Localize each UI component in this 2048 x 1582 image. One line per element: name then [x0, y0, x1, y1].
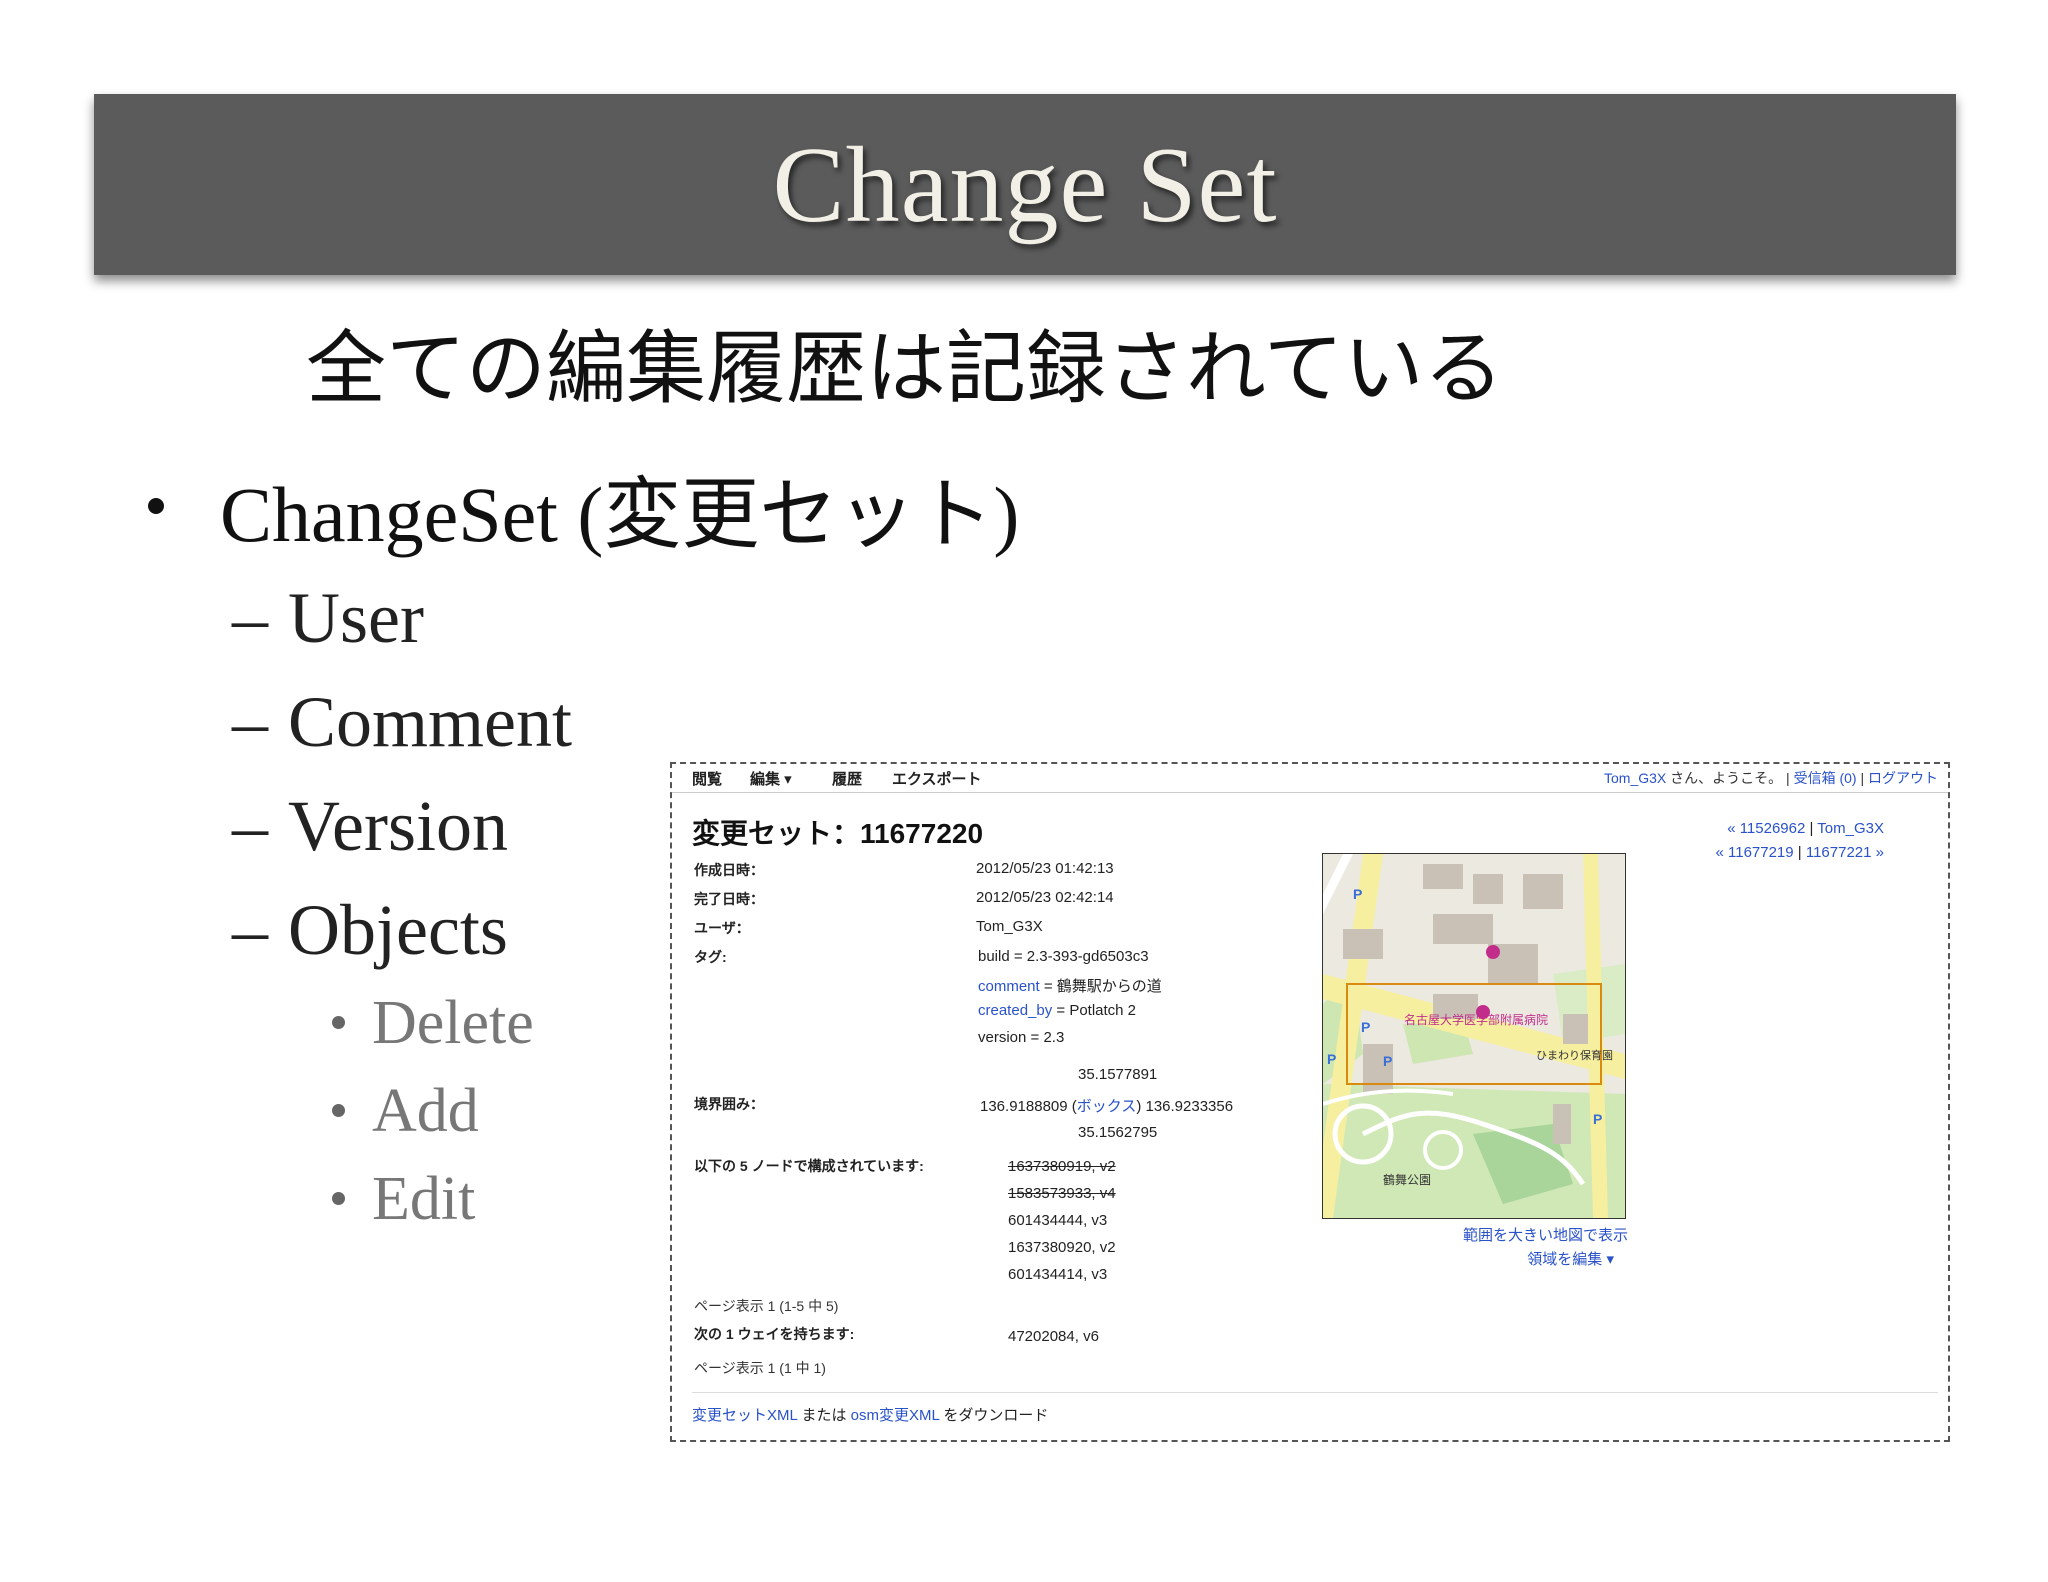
- footer-or: または: [797, 1407, 851, 1424]
- svg-text:P: P: [1593, 1111, 1602, 1127]
- prev-changeset-link[interactable]: « 11677219: [1715, 844, 1793, 861]
- inbox-link[interactable]: 受信箱 (0): [1794, 770, 1857, 786]
- node-link[interactable]: 601434414, v3: [1008, 1266, 1107, 1283]
- nav-export[interactable]: エクスポート: [892, 768, 982, 789]
- dash-marker: –: [232, 682, 268, 762]
- dash-marker: –: [232, 786, 268, 866]
- nav-browse[interactable]: 閲覧: [692, 768, 722, 789]
- way-link[interactable]: 47202084, v6: [1008, 1328, 1099, 1345]
- tag-comment: comment = 鶴舞駅からの道: [978, 975, 1162, 996]
- object-item-text: Delete: [372, 989, 534, 1057]
- slide-title-bar: Change Set: [94, 94, 1956, 275]
- object-item-text: Add: [372, 1077, 479, 1145]
- map-label-hospital: 名古屋大学医学部附属病院: [1404, 1012, 1548, 1027]
- closed-label: 完了日時：: [694, 891, 764, 907]
- footer-download: をダウンロード: [939, 1407, 1049, 1424]
- bbox-row: 136.9188809 (ボックス) 136.9233356: [980, 1095, 1233, 1116]
- tag-comment-key-link[interactable]: comment: [978, 978, 1040, 995]
- bbox-south: 35.1562795: [1078, 1124, 1158, 1141]
- slide-title: Change Set: [772, 126, 1278, 245]
- closed-value: 2012/05/23 02:42:14: [976, 889, 1114, 906]
- tag-created-by-key-link[interactable]: created_by: [978, 1002, 1052, 1019]
- bbox-label: 境界囲み：: [694, 1096, 764, 1112]
- node-link-deleted[interactable]: 1637380919, v2: [1008, 1158, 1116, 1175]
- nav-edit-menu[interactable]: 編集 ▾: [750, 768, 792, 789]
- changeset-map[interactable]: P P P P P 名古屋大学医学部附属病院 ひまわり保育園 鶴舞公園: [1322, 853, 1626, 1219]
- changeset-title: 変更セット：11677220: [692, 818, 984, 849]
- bullet-dot-icon: [148, 498, 164, 514]
- tag-created-by: created_by = Potlatch 2: [978, 1002, 1136, 1019]
- changeset-screenshot: 閲覧 編集 ▾ 履歴 エクスポート Tom_G3X さん、ようこそ。 | 受信箱…: [670, 762, 1950, 1442]
- ways-paging: ページ表示 1 (1 中 1): [694, 1360, 826, 1376]
- next-changeset-link[interactable]: 11677221 »: [1806, 844, 1884, 861]
- user-value-link[interactable]: Tom_G3X: [976, 918, 1043, 935]
- sub-item-text: Version: [288, 786, 508, 866]
- node-link-deleted[interactable]: 1583573933, v4: [1008, 1185, 1116, 1202]
- dash-marker: –: [232, 578, 268, 658]
- welcome-text: さん、ようこそ。 |: [1666, 770, 1794, 786]
- edit-area-menu[interactable]: 領域を編集 ▾: [1527, 1248, 1614, 1269]
- svg-text:P: P: [1383, 1053, 1392, 1069]
- user-label: ユーザ：: [694, 920, 750, 936]
- bullet-dot-icon: [332, 1016, 345, 1029]
- tag-build: build = 2.3-393-gd6503c3: [978, 948, 1149, 965]
- nodes-paging: ページ表示 1 (1-5 中 5): [694, 1298, 839, 1314]
- slide-headline: 全ての編集履歴は記録されている: [306, 326, 1504, 414]
- logout-link[interactable]: ログアウト: [1868, 770, 1938, 786]
- created-label: 作成日時：: [694, 862, 764, 878]
- sub-item-text: Comment: [288, 682, 572, 762]
- bbox-west: 136.9188809 (: [980, 1098, 1077, 1115]
- bullet-dot-icon: [332, 1104, 345, 1117]
- map-graphic: P P P P P 名古屋大学医学部附属病院 ひまわり保育園 鶴舞公園: [1323, 854, 1625, 1218]
- separator: |: [1793, 844, 1806, 861]
- map-label-park: 鶴舞公園: [1383, 1172, 1431, 1187]
- separator: |: [1805, 820, 1818, 837]
- bbox-box-link[interactable]: ボックス: [1077, 1098, 1137, 1115]
- bbox-east: ) 136.9233356: [1136, 1098, 1234, 1115]
- sub-item-text: User: [288, 578, 424, 658]
- nodes-label: 以下の 5 ノードで構成されています:: [694, 1158, 924, 1174]
- dash-marker: –: [232, 890, 268, 970]
- user-menu: Tom_G3X さん、ようこそ。 | 受信箱 (0) | ログアウト: [1604, 768, 1938, 788]
- object-item-text: Edit: [372, 1165, 476, 1233]
- prev-user-changeset-link[interactable]: « 11526962: [1727, 820, 1805, 837]
- svg-text:P: P: [1327, 1051, 1336, 1067]
- user-link[interactable]: Tom_G3X: [1604, 770, 1666, 786]
- download-footer: 変更セットXML または osm変更XML をダウンロード: [692, 1404, 1048, 1425]
- view-larger-map-link[interactable]: 範囲を大きい地図で表示: [1463, 1224, 1628, 1245]
- bullet-changeset-text: ChangeSet (変更セット): [220, 471, 1020, 558]
- footer-divider: [692, 1392, 1938, 1393]
- bullet-dot-icon: [332, 1192, 345, 1205]
- osm-change-xml-link[interactable]: osm変更XML: [851, 1407, 940, 1424]
- svg-text:P: P: [1361, 1019, 1370, 1035]
- adjacent-changeset-line: « 11677219 | 11677221 »: [1715, 844, 1884, 861]
- svg-text:P: P: [1353, 886, 1362, 902]
- ways-label: 次の 1 ウェイを持ちます:: [694, 1326, 855, 1342]
- prev-changeset-line: « 11526962 | Tom_G3X: [1727, 820, 1884, 837]
- map-label-nursery: ひまわり保育園: [1536, 1048, 1613, 1062]
- node-link[interactable]: 601434444, v3: [1008, 1212, 1107, 1229]
- nav-history[interactable]: 履歴: [832, 768, 862, 789]
- changeset-xml-link[interactable]: 変更セットXML: [692, 1407, 797, 1424]
- tag-version: version = 2.3: [978, 1029, 1065, 1046]
- bbox-north: 35.1577891: [1078, 1066, 1158, 1083]
- sub-item-text: Objects: [288, 890, 508, 970]
- created-value: 2012/05/23 01:42:13: [976, 860, 1114, 877]
- top-navigation: 閲覧 編集 ▾ 履歴 エクスポート Tom_G3X さん、ようこそ。 | 受信箱…: [672, 764, 1948, 793]
- tag-comment-value: = 鶴舞駅からの道: [1039, 978, 1162, 995]
- tags-label: タグ:: [694, 949, 727, 965]
- separator: |: [1856, 770, 1868, 786]
- node-link[interactable]: 1637380920, v2: [1008, 1239, 1116, 1256]
- tag-created-by-value: = Potlatch 2: [1052, 1002, 1137, 1019]
- changeset-user-link[interactable]: Tom_G3X: [1817, 820, 1884, 837]
